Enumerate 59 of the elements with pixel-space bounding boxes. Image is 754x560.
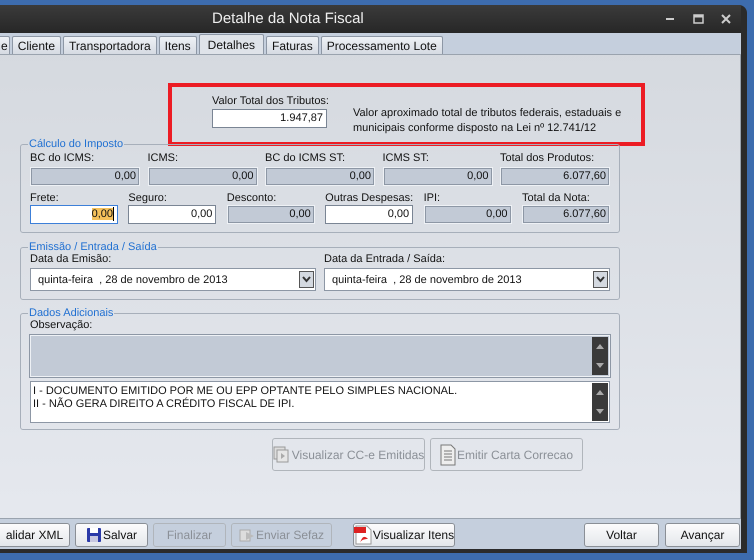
maximize-icon [692,14,704,24]
field-label: ICMS ST: [382,152,430,164]
input-field[interactable]: 0,00 [265,167,375,186]
send-icon [238,527,255,543]
tab[interactable]: Itens [158,36,197,54]
text-line: II - NÃO GERA DIREITO A CRÉDITO FISCAL DE IPI. [33,398,296,411]
input-field[interactable]: 0,00 [148,167,258,186]
tab[interactable]: Detalhes [198,34,264,54]
input-field[interactable]: 0,00 [382,167,492,186]
pdf-icon [354,525,372,545]
input-field[interactable]: 1.947,87 [212,109,327,128]
note-text: Valor aproximado total de tributos federais, estaduais e municipais conforme disposto na Lei nº 12.741/12 [353,106,622,136]
scrollbar-icon [592,383,608,421]
field-label: IPI: [424,192,442,204]
field-label: Observação: [30,319,94,331]
field-label: BC do ICMS: [30,152,96,164]
documents-icon [272,446,291,464]
tab[interactable]: Cliente [12,36,62,54]
scrollbar-icon [592,337,608,375]
date-picker[interactable]: quinta-feira , 28 de novembro de 2013 [324,268,610,291]
document-icon [440,444,456,466]
tab[interactable]: Processamento Lote [320,36,443,54]
input-field[interactable]: 0,00 [424,205,512,224]
field-label: Data da Emisão: [30,253,112,265]
button[interactable]: Voltar [584,523,659,547]
field-label: Total da Nota: [522,192,591,204]
tab[interactable]: e [0,36,10,54]
field-label: Outras Despesas: [325,192,414,204]
input-field[interactable]: 0,00 [226,205,315,224]
text-area[interactable]: I - DOCUMENTO EMITIDO POR ME OU EPP OPTANTE PELO SIMPLES NACIONAL. II - NÃO GERA DIREITO A CRÉDITO FISCAL DE IPI. [30,381,610,423]
minimize-icon [666,18,674,20]
input-field[interactable]: 0,00 [128,205,216,224]
field-label: Desconto: [226,192,278,204]
field-label: ICMS: [148,152,180,164]
field-label: Valor Total dos Tributos: [212,95,329,107]
input-field[interactable]: 6.077,60 [500,167,610,186]
button[interactable]: Salvar [75,523,148,547]
window-title: Detalhe da Nota Fiscal [212,10,364,27]
group-title: Dados Adicionais [28,307,114,319]
close-icon [721,14,731,24]
input-field[interactable]: 0,00 [30,205,118,224]
button[interactable]: Avançar [665,523,740,547]
text-area[interactable] [30,335,610,377]
field-label: Frete: [30,192,60,204]
input-field[interactable]: 0,00 [30,167,140,186]
input-field[interactable]: 6.077,60 [522,205,610,224]
button[interactable]: alidar XML [0,523,70,547]
field-label: Seguro: [128,192,168,204]
field-label: BC do ICMS ST: [265,152,346,164]
button[interactable]: Visualizar Itens [353,523,455,547]
group-title: Emissão / Entrada / Saída [28,241,158,253]
input-field[interactable]: 0,00 [325,205,414,224]
tab[interactable]: Faturas [266,36,319,54]
field-label: Data da Entrada / Saída: [324,253,446,265]
group-title: Cálculo do Imposto [28,138,124,150]
tab[interactable]: Transportadora [63,36,157,54]
date-picker[interactable]: quinta-feira , 28 de novembro de 2013 [30,268,316,291]
text-line: I - DOCUMENTO EMITIDO POR ME OU EPP OPTANTE PELO SIMPLES NACIONAL. [33,385,458,397]
field-label: Total dos Produtos: [500,152,596,164]
